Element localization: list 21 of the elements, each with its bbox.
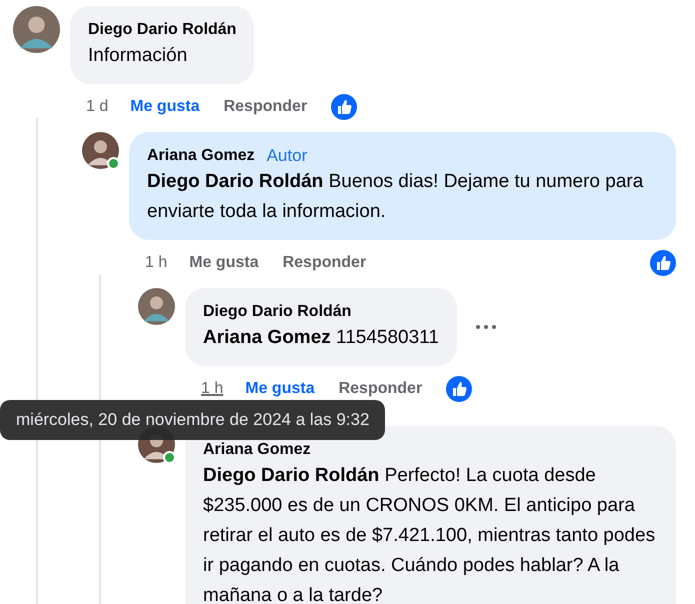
more-options-icon[interactable] <box>474 324 497 330</box>
like-link[interactable]: Me gusta <box>130 98 200 116</box>
author-name[interactable]: Diego Dario Roldán <box>203 301 352 323</box>
author-name[interactable]: Diego Dario Roldán <box>88 19 236 41</box>
timestamp-link[interactable]: 1 h <box>201 380 224 398</box>
reply-link[interactable]: Responder <box>282 254 366 272</box>
timestamp-tooltip: miércoles, 20 de noviembre de 2024 a las 9:32 <box>0 400 386 440</box>
comment-text: Información <box>88 44 188 68</box>
comment-text: Diego Dario Roldán Perfecto! La cuota desde $235.000 es de un CRONOS 0KM. El anticipo para retirar el auto es de $7.421.100, mientras tanto podes ir pagando en cuotas. Cuándo podes hablar? A la mañana o a la tarde? <box>203 464 656 604</box>
timestamp-link[interactable]: 1 h <box>145 254 168 272</box>
comment-text: Ariana Gomez 1154580311 <box>203 326 439 350</box>
reply-link[interactable]: Responder <box>224 98 308 116</box>
author-name[interactable]: Ariana Gomez <box>147 145 255 167</box>
avatar[interactable] <box>82 132 119 169</box>
author-role-label: Autor <box>266 145 308 167</box>
like-link[interactable]: Me gusta <box>245 380 315 398</box>
author-name[interactable]: Ariana Gomez <box>203 439 311 461</box>
like-link[interactable]: Me gusta <box>189 254 259 272</box>
comment-text: Diego Dario Roldán Buenos dias! Dejame tu numero para enviarte toda la informacion. <box>147 170 644 224</box>
reply-link[interactable]: Responder <box>338 380 422 398</box>
timestamp-link[interactable]: 1 d <box>86 98 108 116</box>
